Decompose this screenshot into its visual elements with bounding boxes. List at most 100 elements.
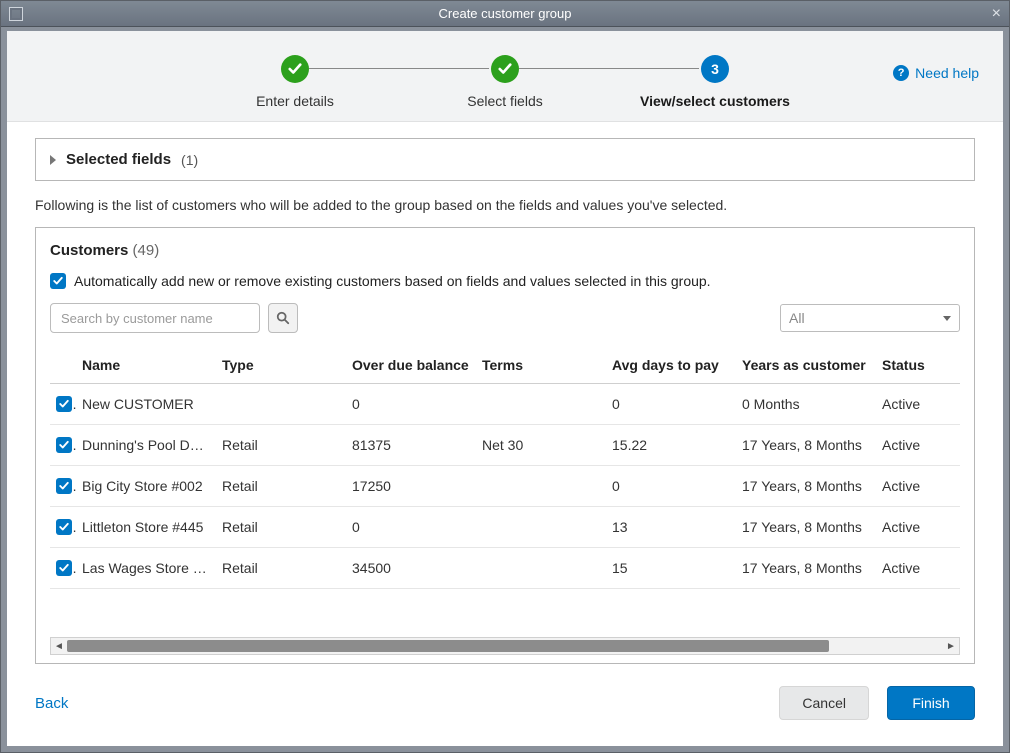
accordion-label: Selected fields	[66, 151, 171, 168]
col-name[interactable]: Name	[76, 347, 216, 384]
cell-years: 17 Years, 8 Months	[736, 507, 876, 548]
step-1: Enter details	[190, 55, 400, 109]
cell-status: Active	[876, 548, 960, 589]
cell-type: Retail	[216, 507, 346, 548]
cell-name: New CUSTOMER	[76, 384, 216, 425]
table-row[interactable]: Big City Store #002Retail17250 017 Years,…	[50, 466, 960, 507]
col-terms[interactable]: Terms	[476, 347, 606, 384]
check-icon	[53, 276, 63, 286]
customers-heading: Customers (49)	[50, 242, 960, 259]
cell-years: 0 Months	[736, 384, 876, 425]
cell-years: 17 Years, 8 Months	[736, 466, 876, 507]
search-icon	[276, 311, 290, 325]
col-balance[interactable]: Over due balance	[346, 347, 476, 384]
filter-dropdown-value: All	[789, 310, 805, 326]
cell-avgdays: 0	[606, 466, 736, 507]
table-row[interactable]: Dunning's Pool DepotRetail81375Net 3015.…	[50, 425, 960, 466]
scroll-track[interactable]	[67, 640, 943, 652]
cell-terms: Net 30	[476, 425, 606, 466]
cell-balance: 81375	[346, 425, 476, 466]
cell-avgdays: 0	[606, 384, 736, 425]
check-icon	[498, 62, 512, 76]
table-row[interactable]: New CUSTOMER000 MonthsActive	[50, 384, 960, 425]
selected-fields-accordion[interactable]: Selected fields (1)	[35, 138, 975, 181]
row-checkbox[interactable]	[56, 478, 72, 494]
step-1-dot	[281, 55, 309, 83]
cell-name: Littleton Store #445	[76, 507, 216, 548]
cell-name: Big City Store #002	[76, 466, 216, 507]
cell-status: Active	[876, 507, 960, 548]
cell-status: Active	[876, 466, 960, 507]
auto-update-label: Automatically add new or remove existing…	[74, 273, 711, 289]
search-input[interactable]	[50, 303, 260, 333]
cell-avgdays: 15.22	[606, 425, 736, 466]
cell-years: 17 Years, 8 Months	[736, 548, 876, 589]
window-title: Create customer group	[1, 6, 1009, 21]
col-years[interactable]: Years as customer	[736, 347, 876, 384]
wizard-header: ? Need help Enter details Select field	[7, 31, 1003, 122]
cell-avgdays: 15	[606, 548, 736, 589]
step-2-dot	[491, 55, 519, 83]
horizontal-scrollbar[interactable]: ◄ ►	[50, 637, 960, 655]
row-checkbox[interactable]	[56, 560, 72, 576]
chevron-down-icon	[943, 316, 951, 321]
step-2: Select fields	[400, 55, 610, 109]
step-3-dot: 3	[701, 55, 729, 83]
check-icon	[288, 62, 302, 76]
filter-dropdown[interactable]: All	[780, 304, 960, 332]
scroll-thumb[interactable]	[67, 640, 829, 652]
cell-name: Las Wages Store # 554	[76, 548, 216, 589]
cell-type: Retail	[216, 466, 346, 507]
customers-count: (49)	[133, 242, 160, 259]
customers-heading-label: Customers	[50, 242, 128, 259]
chevron-right-icon	[50, 155, 56, 165]
cell-type	[216, 384, 346, 425]
dialog-window: Create customer group × ? Need help Ente…	[0, 0, 1010, 753]
cell-status: Active	[876, 425, 960, 466]
cell-terms	[476, 548, 606, 589]
step-3-label: View/select customers	[610, 93, 820, 109]
help-icon: ?	[893, 65, 909, 81]
cancel-button[interactable]: Cancel	[779, 686, 869, 720]
auto-update-checkbox[interactable]	[50, 273, 66, 289]
row-checkbox[interactable]	[56, 519, 72, 535]
title-bar: Create customer group ×	[1, 1, 1009, 27]
cell-terms	[476, 384, 606, 425]
finish-button[interactable]: Finish	[887, 686, 975, 720]
col-status[interactable]: Status	[876, 347, 960, 384]
back-link[interactable]: Back	[35, 695, 68, 712]
table-row[interactable]: Las Wages Store # 554Retail345001517 Yea…	[50, 548, 960, 589]
cell-balance: 34500	[346, 548, 476, 589]
wizard-footer: Back Cancel Finish	[7, 664, 1003, 746]
row-checkbox[interactable]	[56, 396, 72, 412]
search-button[interactable]	[268, 303, 298, 333]
customers-panel: Customers (49) Automatically add new or …	[35, 227, 975, 664]
close-icon[interactable]: ×	[992, 6, 1001, 22]
step-3: 3 View/select customers	[610, 55, 820, 109]
cell-balance: 17250	[346, 466, 476, 507]
cell-terms	[476, 507, 606, 548]
auto-update-row: Automatically add new or remove existing…	[50, 273, 960, 289]
description-text: Following is the list of customers who w…	[35, 197, 975, 213]
cell-name: Dunning's Pool Depot	[76, 425, 216, 466]
customers-table: Name Type Over due balance Terms Avg day…	[50, 347, 960, 589]
table-row[interactable]: Littleton Store #445Retail01317 Years, 8…	[50, 507, 960, 548]
cell-balance: 0	[346, 507, 476, 548]
cell-years: 17 Years, 8 Months	[736, 425, 876, 466]
step-indicator: Enter details Select fields 3 View/selec…	[185, 55, 825, 109]
cell-type: Retail	[216, 425, 346, 466]
customers-toolbar: All	[50, 303, 960, 333]
need-help-label: Need help	[915, 65, 979, 81]
row-checkbox[interactable]	[56, 437, 72, 453]
system-menu-icon[interactable]	[9, 7, 23, 21]
need-help-link[interactable]: ? Need help	[893, 65, 979, 81]
scroll-left-icon[interactable]: ◄	[51, 638, 67, 654]
accordion-count: (1)	[181, 152, 198, 168]
col-avgdays[interactable]: Avg days to pay	[606, 347, 736, 384]
customers-table-wrap: Name Type Over due balance Terms Avg day…	[50, 347, 960, 635]
wizard-body: Selected fields (1) Following is the lis…	[7, 122, 1003, 664]
dialog-inner: ? Need help Enter details Select field	[1, 27, 1009, 752]
table-header-row: Name Type Over due balance Terms Avg day…	[50, 347, 960, 384]
col-type[interactable]: Type	[216, 347, 346, 384]
scroll-right-icon[interactable]: ►	[943, 638, 959, 654]
